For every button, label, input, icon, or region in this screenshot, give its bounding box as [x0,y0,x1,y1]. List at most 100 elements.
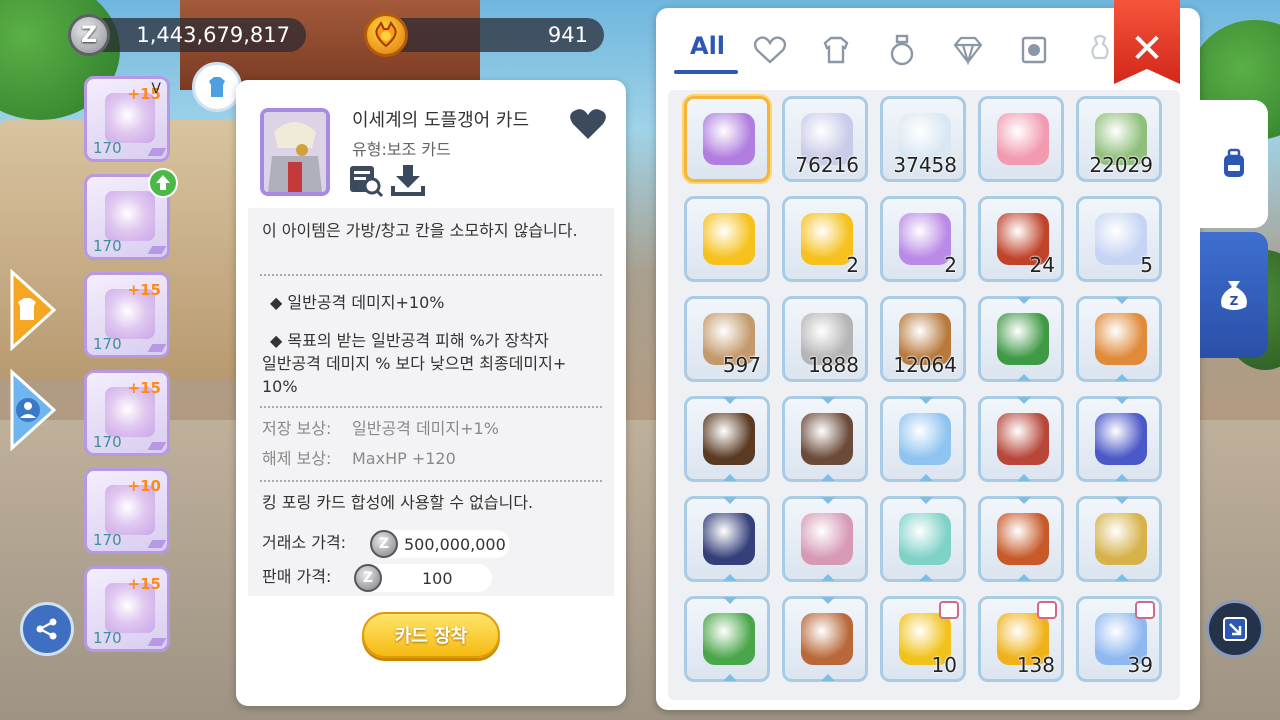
storage-reward-value: 일반공격 데미지+1% [352,419,499,438]
equipment-slot[interactable]: 170 +10 [84,468,170,554]
heart-icon[interactable] [750,30,790,70]
inventory-item[interactable] [880,396,966,482]
inventory-item[interactable] [782,596,868,682]
card-type: 유형:보조 카드 [352,140,451,159]
close-icon: ✕ [1130,26,1164,72]
inventory-item[interactable]: 1888 [782,296,868,382]
close-button[interactable]: ✕ [1114,0,1180,84]
inventory-item[interactable] [684,396,770,482]
inventory-item[interactable] [684,596,770,682]
inspect-card-icon[interactable] [348,162,384,198]
nav-triangle [821,597,835,604]
inventory-item[interactable] [880,496,966,582]
nav-triangle [723,397,737,404]
slot-corner [147,442,167,450]
dark-tome-icon [703,413,755,465]
effect-2-line-2: 일반공격 데미지 % 보다 낮으면 최종데미지+ [262,354,567,373]
item-count: 138 [1016,653,1055,677]
exchange-price-label: 거래소 가격: [262,533,347,552]
exchange-price: Z 500,000,000 [370,530,510,558]
paw-pouch-icon [801,413,853,465]
inventory-item[interactable] [978,496,1064,582]
magic-drum-icon [703,513,755,565]
inventory-item[interactable]: 39 [1076,596,1162,682]
inventory-item[interactable] [978,396,1064,482]
inventory-item[interactable]: 2 [880,196,966,282]
inventory-item[interactable] [1076,396,1162,482]
share-button[interactable] [20,602,74,656]
star-coin-icon [703,213,755,265]
inventory-item[interactable] [978,296,1064,382]
divider [260,480,602,482]
inventory-item[interactable]: 22029 [1076,96,1162,182]
equipment-slot[interactable]: 170 +15 [84,272,170,358]
nav-triangle [723,597,737,604]
inventory-item[interactable]: 138 [978,596,1064,682]
inventory-item[interactable] [1076,496,1162,582]
side-tab-backpack[interactable] [1200,100,1268,228]
armor-icon[interactable] [816,30,856,70]
armor-toggle-button[interactable] [192,62,242,112]
tab-all[interactable]: All [690,32,725,60]
zeny-coin-icon: Z [370,530,398,558]
inventory-item[interactable] [684,96,770,182]
inventory-item[interactable]: 10 [880,596,966,682]
download-icon[interactable] [390,162,426,198]
sell-price-label: 판매 가격: [262,567,332,586]
slot-mark: V [151,81,161,97]
equipment-slot[interactable]: 170 +15 V [84,76,170,162]
inventory-item[interactable] [684,196,770,282]
item-count: 37458 [893,153,957,177]
side-arrow-profile[interactable] [8,368,58,452]
item-count: 12064 [893,353,957,377]
nav-triangle [1017,474,1031,481]
nav-triangle [723,674,737,681]
slot-corner [147,344,167,352]
nav-triangle [1017,397,1031,404]
card-thumbnail [260,108,330,196]
nav-triangle [821,574,835,581]
inventory-item[interactable]: 597 [684,296,770,382]
equip-card-button[interactable]: 카드 장착 [362,612,500,658]
slot-refine: +15 [127,379,161,397]
slot-level: 170 [93,335,122,353]
screenshot-button[interactable] [1206,600,1264,658]
equipment-slot[interactable]: 170 +15 [84,566,170,652]
favorite-heart-icon[interactable] [568,106,608,142]
card-icon[interactable] [1014,30,1054,70]
svg-text:Z: Z [1230,294,1239,308]
inventory-item[interactable]: 2 [782,196,868,282]
inventory-item[interactable]: 24 [978,196,1064,282]
inventory-item[interactable] [1076,296,1162,382]
side-tab-zeny-bag[interactable]: Z [1200,232,1268,358]
item-count: 597 [722,353,761,377]
inventory-item[interactable]: 5 [1076,196,1162,282]
inventory-item[interactable]: 37458 [880,96,966,182]
ring-gem-icon [997,113,1049,165]
storage-reward-label: 저장 보상: [262,419,332,438]
slot-corner [147,246,167,254]
item-count: 5 [1140,253,1153,277]
zeny-counter: 1,443,679,817 [88,18,306,52]
inventory-item[interactable]: 12064 [880,296,966,382]
blue-pillow-icon [1095,413,1147,465]
red-book-icon [997,413,1049,465]
inventory-item[interactable] [978,96,1064,182]
inventory-item[interactable] [782,396,868,482]
inventory-item[interactable] [684,496,770,582]
inventory-item[interactable] [782,496,868,582]
inventory-grid: 76216 37458 22029 2 2 24 5 597 1888 12064 10 138 39 [668,90,1180,700]
share-icon [36,618,57,640]
shop-badge-icon [939,601,959,619]
potion-icon[interactable] [882,30,922,70]
equipment-slot[interactable]: 170 +15 [84,370,170,456]
gem-icon[interactable] [948,30,988,70]
golden-statue-icon [1095,513,1147,565]
nav-triangle [919,397,933,404]
backpack-icon [801,513,853,565]
side-arrow-armor[interactable] [8,268,58,352]
leather-bag-icon [801,613,853,665]
slot-level: 170 [93,237,122,255]
inventory-item[interactable]: 76216 [782,96,868,182]
nav-triangle [1115,297,1129,304]
